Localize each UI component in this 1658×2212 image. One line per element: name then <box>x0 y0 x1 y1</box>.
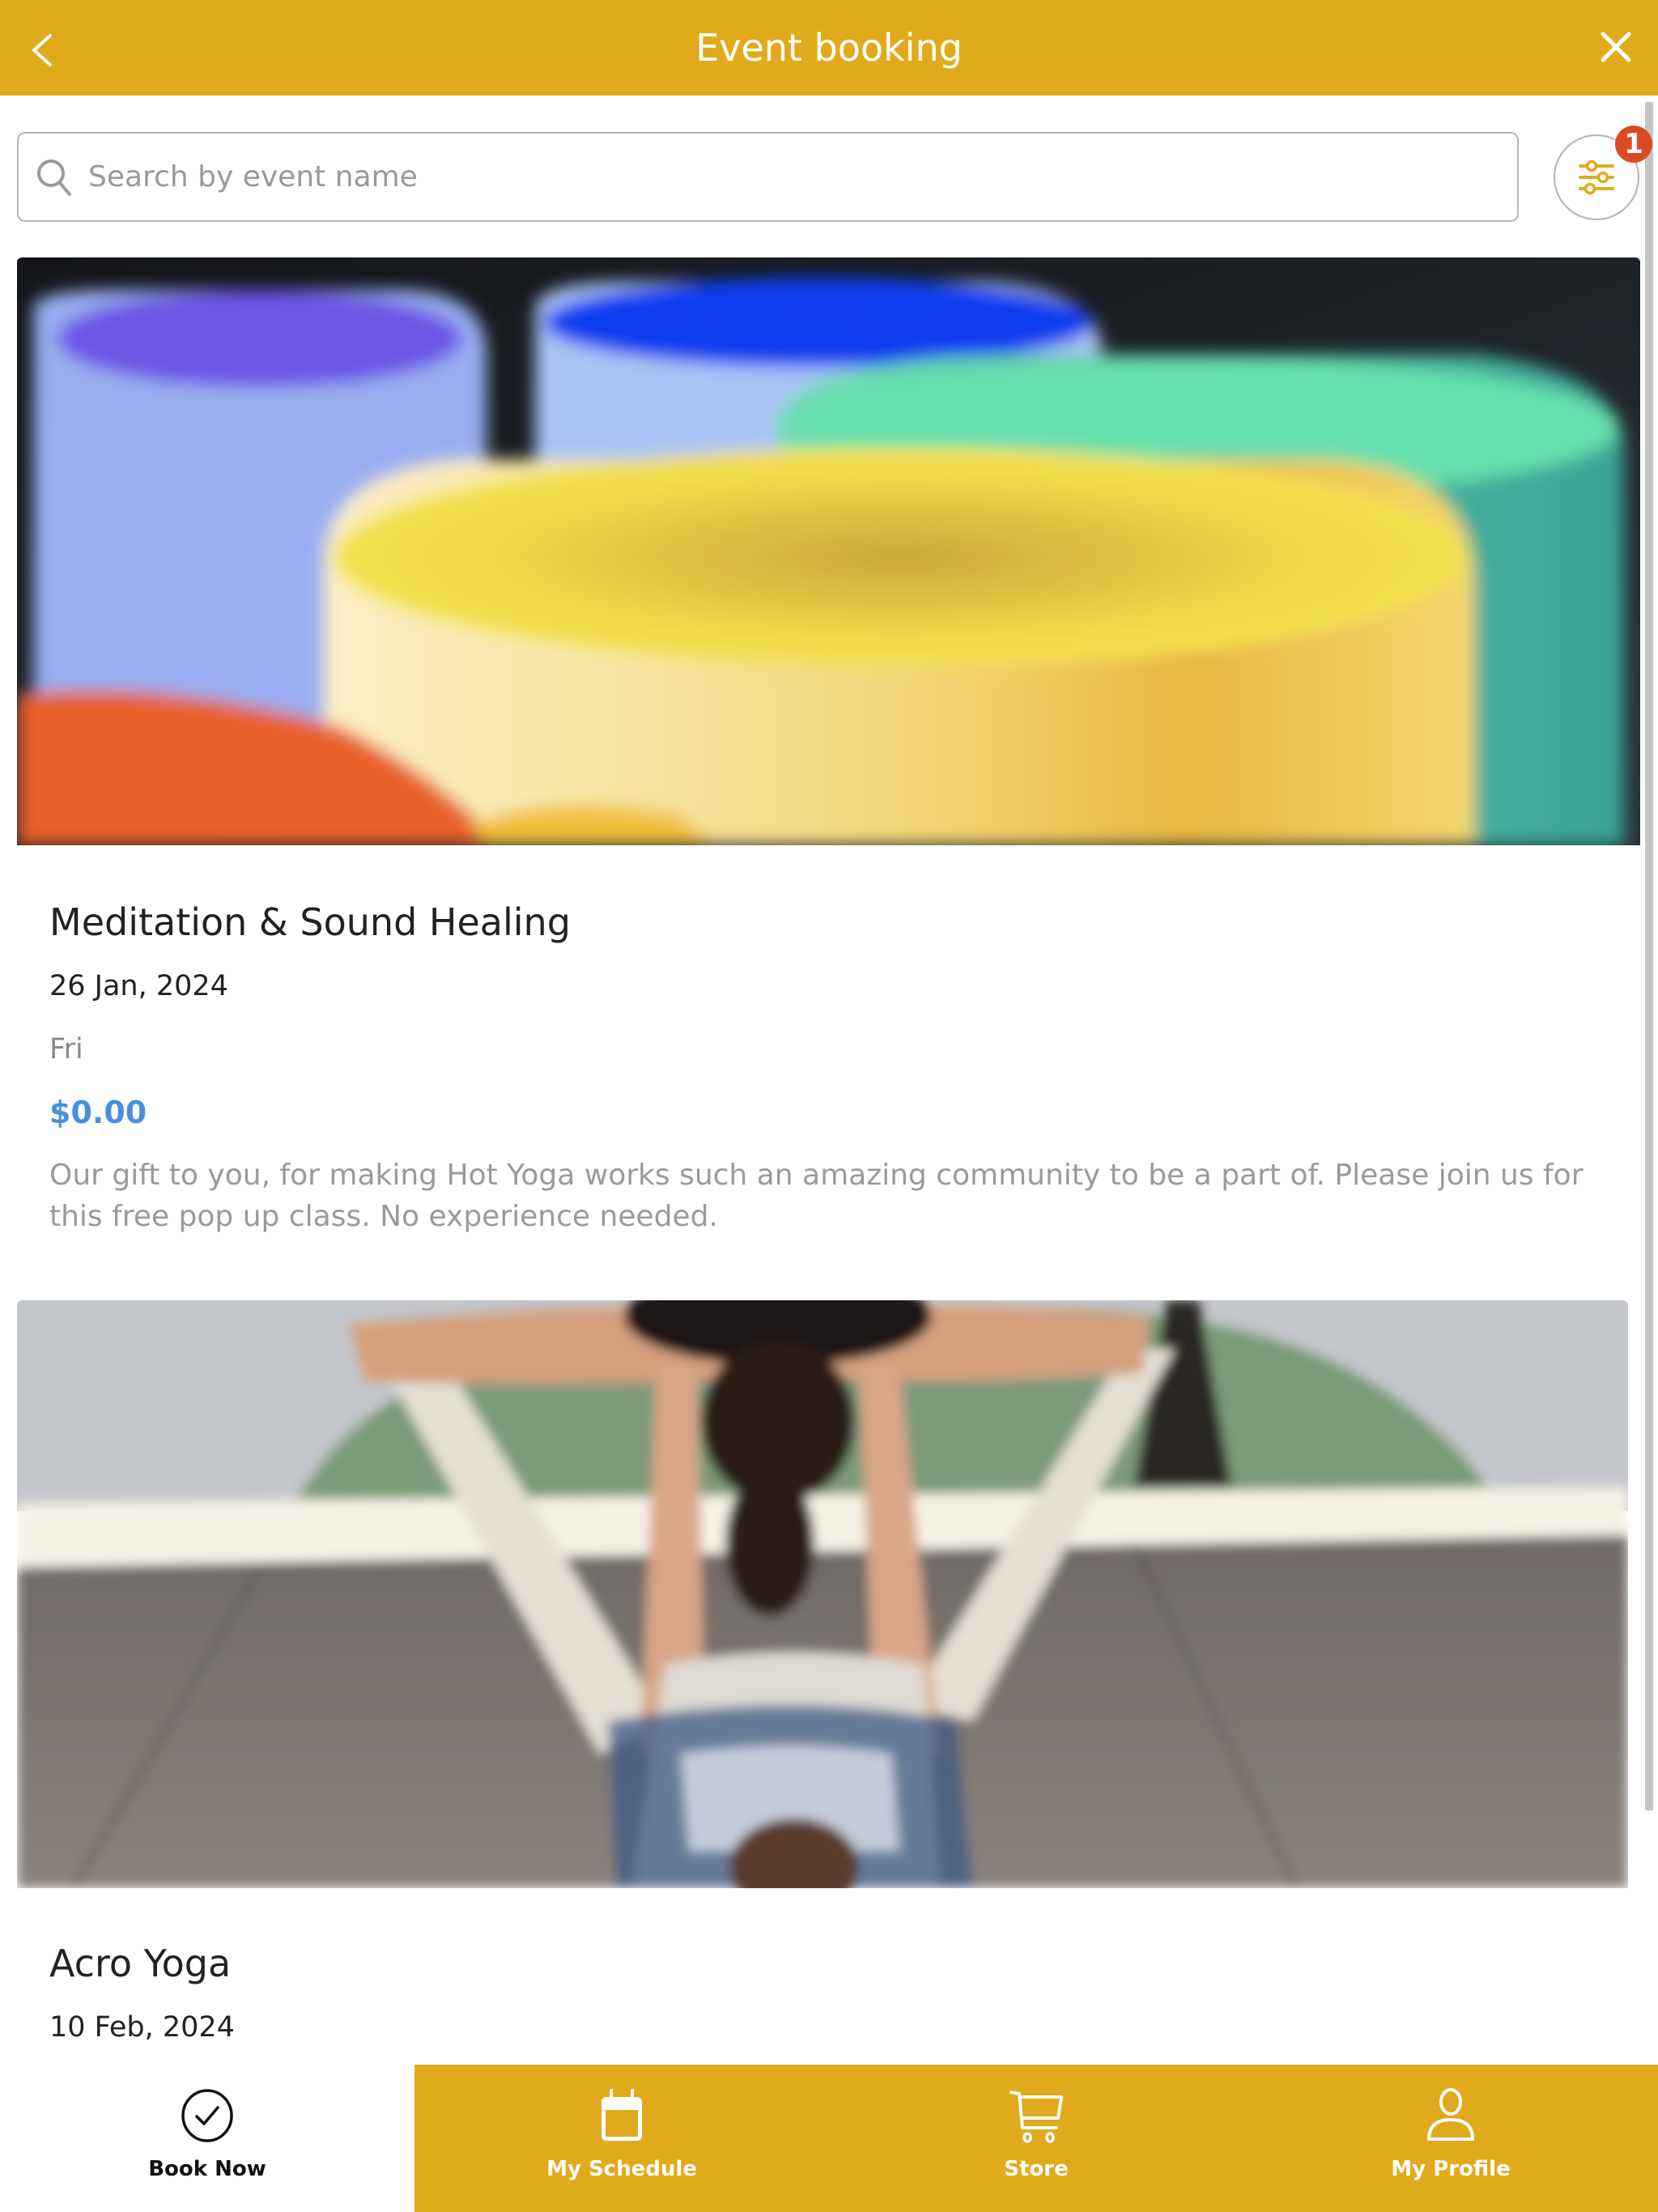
user-icon <box>1427 2088 1474 2141</box>
search-icon <box>37 159 71 196</box>
back-button[interactable] <box>18 24 66 73</box>
event-card[interactable]: Meditation & Sound Healing 26 Jan, 2024 … <box>17 257 1640 1245</box>
chevron-left-icon <box>32 34 52 66</box>
calendar-icon <box>602 2089 642 2141</box>
nav-label: Store <box>1004 2157 1069 2181</box>
search-input[interactable] <box>88 160 1517 194</box>
event-booking-screen: Event booking 1 <box>0 0 1658 2212</box>
app-header: Event booking <box>0 0 1658 96</box>
event-card[interactable]: Acro Yoga 10 Feb, 2024 <box>17 1300 1640 2065</box>
check-circle-icon <box>181 2089 233 2142</box>
close-button[interactable] <box>1592 23 1640 71</box>
acro-yoga-image <box>17 1300 1628 1888</box>
event-title: Acro Yoga <box>49 1942 232 1985</box>
nav-my-schedule[interactable]: My Schedule <box>414 2065 829 2212</box>
bottom-nav: Book Now My Schedule Store My Profile <box>0 2065 1658 2212</box>
event-day: Fri <box>49 1033 83 1066</box>
filter-count-badge: 1 <box>1615 125 1652 163</box>
nav-book-now[interactable]: Book Now <box>0 2065 414 2212</box>
scrollbar[interactable] <box>1645 102 1653 1810</box>
close-icon <box>1601 32 1631 62</box>
search-field[interactable] <box>17 132 1519 222</box>
event-date: 10 Feb, 2024 <box>49 2011 235 2044</box>
event-description: Our gift to you, for making Hot Yoga wor… <box>49 1159 1584 1233</box>
page-title: Event booking <box>695 26 963 70</box>
event-price: $0.00 <box>49 1095 147 1130</box>
nav-label: Book Now <box>148 2157 266 2181</box>
nav-my-profile[interactable]: My Profile <box>1244 2065 1658 2212</box>
event-image <box>17 1300 1628 1888</box>
singing-bowls-image <box>17 257 1640 845</box>
event-title: Meditation & Sound Healing <box>49 900 571 944</box>
event-date: 26 Jan, 2024 <box>49 970 228 1002</box>
cart-icon <box>1010 2091 1063 2143</box>
nav-label: My Profile <box>1391 2157 1511 2181</box>
sliders-icon <box>1579 160 1614 195</box>
nav-store[interactable]: Store <box>829 2065 1244 2212</box>
nav-label: My Schedule <box>546 2157 697 2181</box>
event-image <box>17 257 1640 845</box>
